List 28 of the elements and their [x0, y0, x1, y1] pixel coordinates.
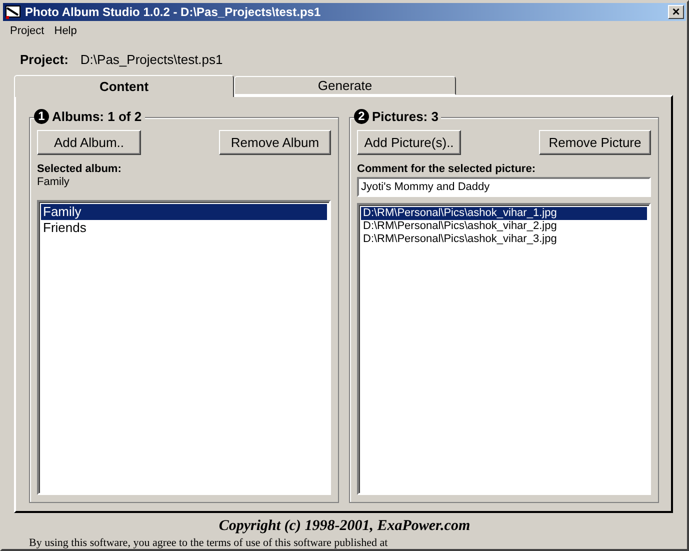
comment-field[interactable]: Jyoti's Mommy and Daddy [357, 176, 651, 197]
list-item[interactable]: D:\RM\Personal\Pics\ashok_vihar_1.jpg [361, 206, 647, 220]
menu-item[interactable]: Help [49, 25, 82, 38]
field-label: Selected album: [37, 162, 122, 175]
terms-text: By using this software, you agree to the terms of use of this software published at [28, 537, 389, 549]
step-badge: 1 [34, 108, 49, 124]
remove-button[interactable]: Remove Album [219, 130, 331, 155]
menu-item[interactable]: Project [5, 25, 50, 38]
group-title: Albums: 1 of 2 [49, 108, 145, 124]
tab[interactable]: Content [14, 74, 234, 97]
step-badge: 2 [354, 108, 369, 124]
add-button[interactable]: Add Album.. [37, 130, 141, 155]
list-item[interactable]: Friends [41, 220, 327, 236]
app-icon [5, 4, 21, 19]
remove-button[interactable]: Remove Picture [539, 130, 651, 155]
project-label: Project: [20, 52, 68, 68]
tab[interactable]: Generate [234, 76, 456, 95]
copyright-text: Copyright (c) 1998-2001, ExaPower.com [218, 518, 472, 535]
list-item[interactable]: Family [41, 204, 327, 220]
add-button[interactable]: Add Picture(s).. [357, 130, 461, 155]
list-item[interactable]: D:\RM\Personal\Pics\ashok_vihar_2.jpg [361, 220, 647, 233]
close-button[interactable]: × [668, 4, 684, 19]
group-title: Pictures: 3 [369, 108, 442, 124]
selected-album-value: Family [37, 176, 70, 188]
field-label: Comment for the selected picture: [357, 162, 536, 175]
project-path: D:\Pas_Projects\test.ps1 [80, 52, 223, 68]
list-item[interactable]: D:\RM\Personal\Pics\ashok_vihar_3.jpg [361, 232, 647, 246]
window-title: Photo Album Studio 1.0.2 - D:\Pas_Projects\test.ps1 [25, 4, 322, 19]
